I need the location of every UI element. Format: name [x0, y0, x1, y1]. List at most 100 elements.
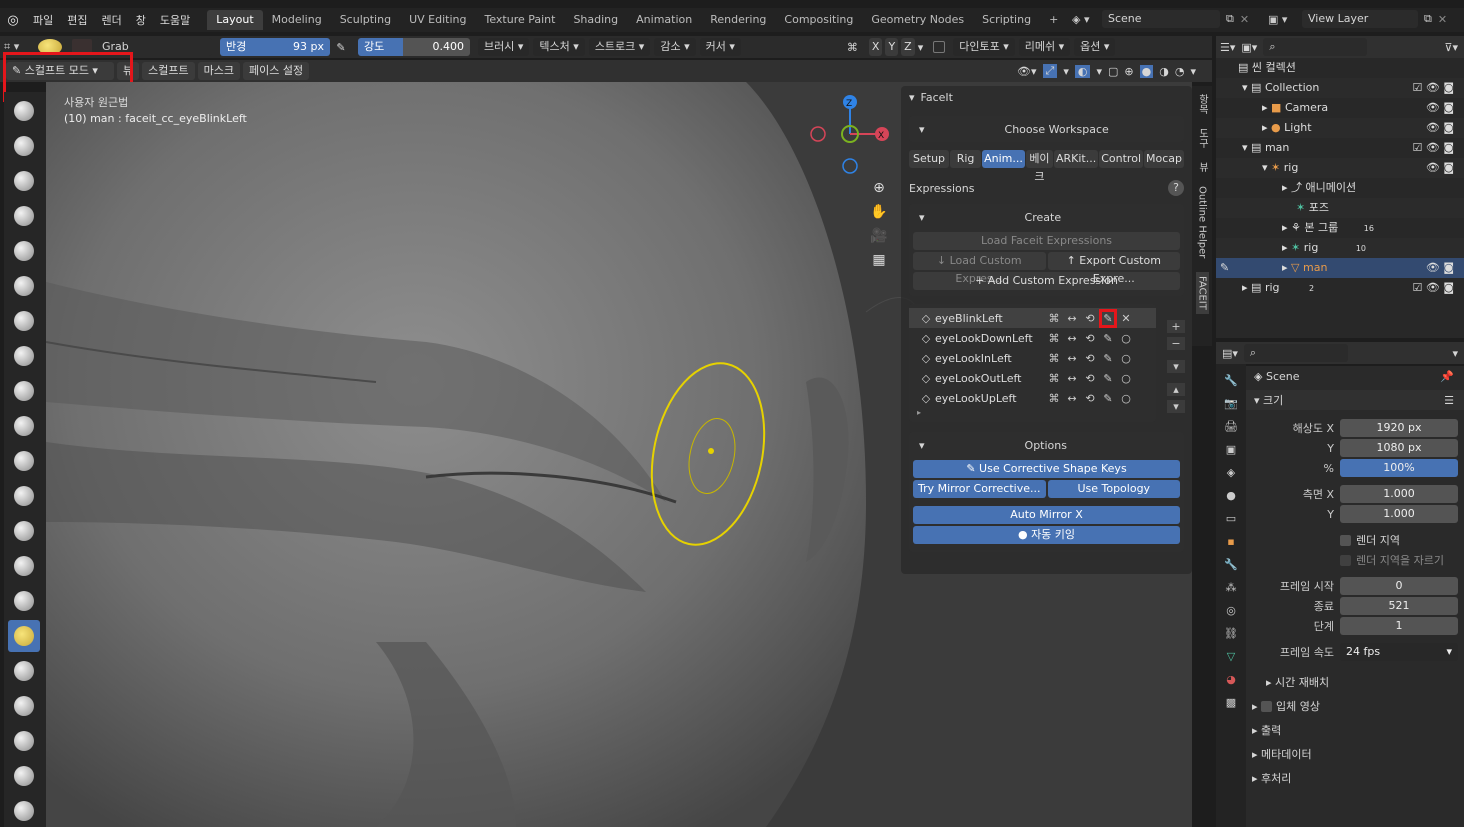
frame-start-field[interactable]: 0	[1340, 577, 1458, 595]
texture-tab-icon[interactable]: ▩	[1226, 696, 1236, 709]
use-topology-toggle[interactable]: Use Topology	[1047, 480, 1180, 498]
expand-icon[interactable]: ▸	[1262, 121, 1268, 134]
radio-icon[interactable]: ○	[1117, 352, 1135, 365]
tab-rendering[interactable]: Rendering	[701, 10, 775, 30]
add-workspace-icon[interactable]: +	[1040, 10, 1067, 30]
options-header[interactable]: ▾ Options	[909, 432, 1184, 458]
pan-hand-icon[interactable]: ✋	[868, 204, 890, 220]
brush-menu[interactable]: 브러시 ▾	[478, 38, 530, 56]
nudge-brush-icon[interactable]	[8, 795, 40, 827]
menu-window[interactable]: 창	[129, 12, 153, 28]
xray-icon[interactable]: ▢	[1108, 65, 1118, 78]
help-icon[interactable]: ?	[1168, 180, 1184, 196]
zoom-icon[interactable]: ⊕	[868, 180, 890, 196]
clay-thumb-brush-icon[interactable]	[8, 235, 40, 267]
render-tab-icon[interactable]: 📷	[1224, 397, 1238, 410]
frame-step-field[interactable]: 1	[1340, 617, 1458, 635]
sculpt-pen-icon[interactable]: ✎	[1099, 308, 1117, 328]
world-tab-icon[interactable]: ●	[1226, 489, 1236, 502]
outliner-row-collection[interactable]: ▾ ▤ Collection ☑ 👁 ◙	[1216, 78, 1464, 98]
outliner-row-pose[interactable]: ✶ 포즈	[1216, 198, 1464, 218]
tab-modeling[interactable]: Modeling	[263, 10, 331, 30]
stereoscopy-section[interactable]: ▸ 입체 영상	[1246, 696, 1464, 716]
list-item[interactable]: ◇ eyeLookDownLeft ⌘ ↔ ⟲ ✎ ○	[909, 328, 1156, 348]
shading-options-icon[interactable]: ▾	[1190, 65, 1196, 78]
try-mirror-corrective-toggle[interactable]: Try Mirror Corrective...	[913, 480, 1046, 498]
navigation-gizmo[interactable]: Z X	[804, 92, 904, 182]
ortho-grid-icon[interactable]: ▦	[868, 252, 890, 268]
copy-view-layer-icon[interactable]: ⧉	[1424, 12, 1432, 26]
swap-icon[interactable]: ↔	[1063, 312, 1081, 325]
row-visibility-icons[interactable]: ☑ 👁 ◙	[1413, 278, 1455, 298]
reset-icon[interactable]: ⟲	[1081, 312, 1099, 325]
swap-icon[interactable]: ↔	[1063, 392, 1081, 405]
render-region-row[interactable]: 렌더 지역	[1246, 530, 1464, 550]
resolution-x-field[interactable]: 1920 px	[1340, 419, 1458, 437]
tab-rig[interactable]: Rig	[950, 150, 982, 168]
remesh-menu[interactable]: 리메쉬 ▾	[1018, 38, 1071, 56]
draw-sharp-brush-icon[interactable]	[8, 130, 40, 162]
tab-bake[interactable]: 베이크	[1025, 150, 1053, 183]
swap-icon[interactable]: ↔	[1063, 372, 1081, 385]
add-custom-expression-button[interactable]: + Add Custom Expression	[913, 272, 1180, 290]
data-tab-icon[interactable]: ▽	[1227, 650, 1235, 663]
display-mode-icon[interactable]: ▣▾	[1241, 41, 1257, 54]
pose-brush-icon[interactable]	[8, 760, 40, 792]
sculpt-pen-icon[interactable]: ✎	[1099, 332, 1117, 345]
smooth-brush-icon[interactable]	[8, 410, 40, 442]
expand-icon[interactable]: ▸	[1242, 281, 1248, 294]
metadata-section[interactable]: ▸ 메타데이터	[1246, 744, 1464, 764]
reset-icon[interactable]: ⟲	[1081, 392, 1099, 405]
view-layer-field[interactable]: View Layer	[1302, 10, 1418, 28]
tool-tab-icon[interactable]: 🔧	[1224, 374, 1238, 387]
outliner-search-input[interactable]: ⌕	[1263, 38, 1368, 56]
mirror-icon[interactable]: ⌘	[1045, 392, 1063, 405]
draw-brush-icon[interactable]	[8, 95, 40, 127]
row-visibility-icons[interactable]: 👁 ◙	[1426, 98, 1454, 118]
aspect-x-field[interactable]: 1.000	[1340, 485, 1458, 503]
expand-icon[interactable]: ▸	[1282, 241, 1288, 254]
properties-editor-icon[interactable]: ▤▾	[1222, 347, 1238, 360]
list-item[interactable]: ◇ eyeBlinkLeft ⌘ ↔ ⟲ ✎ ✕	[909, 308, 1156, 328]
load-faceit-expressions-button[interactable]: Load Faceit Expressions	[913, 232, 1180, 250]
sculpt-mode-icon[interactable]: ✎	[1220, 258, 1229, 278]
overlay-icon[interactable]: ◐	[1074, 64, 1091, 78]
constraints-tab-icon[interactable]: ⛓	[1224, 627, 1238, 640]
expand-icon[interactable]: ▾	[1262, 161, 1268, 174]
pin-icon[interactable]: 📌	[1440, 370, 1454, 383]
remove-icon[interactable]: ✕	[1117, 312, 1135, 325]
mirror-z-toggle[interactable]: Z	[901, 38, 915, 56]
solid-shading-icon[interactable]: ●	[1139, 64, 1154, 78]
sculpt-pen-icon[interactable]: ✎	[1099, 372, 1117, 385]
list-menu-icon[interactable]: ▾	[1167, 360, 1185, 373]
snake-hook-brush-icon[interactable]	[8, 690, 40, 722]
swap-icon[interactable]: ↔	[1063, 332, 1081, 345]
mirror-y-toggle[interactable]: Y	[885, 38, 899, 56]
tab-outline-helper[interactable]: Outline Helper	[1197, 186, 1208, 258]
sculpt-pen-icon[interactable]: ✎	[1099, 392, 1117, 405]
elastic-deform-brush-icon[interactable]	[8, 655, 40, 687]
properties-options-icon[interactable]: ▾	[1452, 347, 1458, 360]
dyntopo-menu[interactable]: 다인토포 ▾	[953, 38, 1015, 56]
add-item-icon[interactable]: +	[1167, 320, 1185, 333]
auto-mirror-x-toggle[interactable]: Auto Mirror X	[913, 506, 1180, 524]
expand-icon[interactable]: ▸	[1262, 101, 1268, 114]
outliner-row-light[interactable]: ▸ ● Light 👁 ◙	[1216, 118, 1464, 138]
outliner-row-rig-data[interactable]: ▸ ✶ rig 10	[1216, 238, 1464, 258]
list-item[interactable]: ◇ eyeLookInLeft ⌘ ↔ ⟲ ✎ ○	[909, 348, 1156, 368]
remove-view-layer-icon[interactable]: ✕	[1438, 13, 1447, 26]
multiplane-scrape-brush-icon[interactable]	[8, 550, 40, 582]
grab-brush-icon[interactable]	[8, 620, 40, 652]
mirror-icon[interactable]: ⌘	[1045, 332, 1063, 345]
layer-brush-icon[interactable]	[8, 270, 40, 302]
inflate-brush-icon[interactable]	[8, 305, 40, 337]
view-layer-tab-icon[interactable]: ▣	[1226, 443, 1236, 456]
reset-icon[interactable]: ⟲	[1081, 372, 1099, 385]
collection-tab-icon[interactable]: ▭	[1226, 512, 1236, 525]
mirror-icon[interactable]: ⌘	[1045, 372, 1063, 385]
properties-search-input[interactable]: ⌕	[1243, 344, 1348, 362]
move-up-icon[interactable]: ▴	[1167, 383, 1185, 396]
list-item[interactable]: ◇ eyeLookOutLeft ⌘ ↔ ⟲ ✎ ○	[909, 368, 1156, 388]
tab-texture-paint[interactable]: Texture Paint	[475, 10, 564, 30]
outliner-row-bone-groups[interactable]: ▸ ⚘ 본 그룹 16	[1216, 218, 1464, 238]
